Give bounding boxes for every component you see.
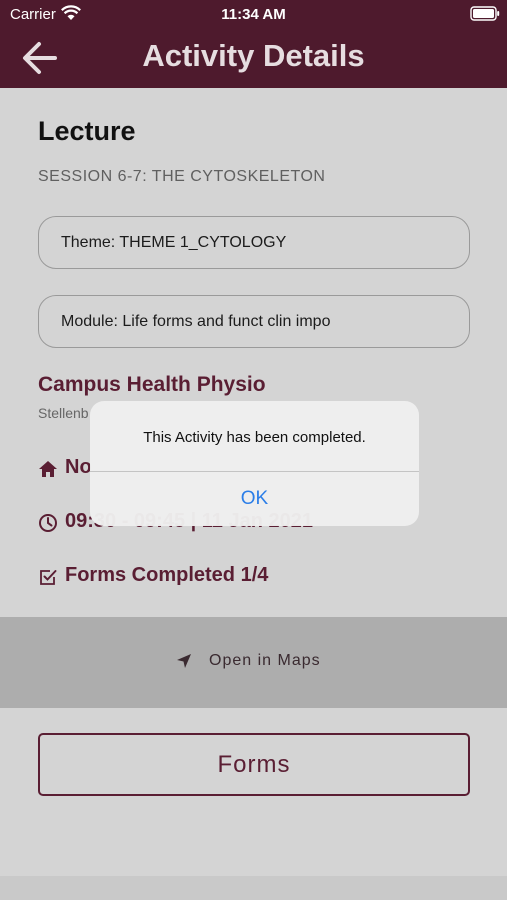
battery-icon — [470, 6, 500, 21]
app-header: Carrier 11:34 AM Activity Details — [0, 0, 507, 88]
open-in-maps-label: Open in Maps — [209, 652, 321, 669]
location-text: No — [65, 456, 92, 478]
status-time: 11:34 AM — [221, 6, 286, 23]
bottom-bar — [0, 876, 507, 900]
completion-alert: This Activity has been completed. OK — [90, 401, 419, 526]
alert-ok-button[interactable]: OK — [90, 472, 419, 526]
forms-completed-text: Forms Completed 1/4 — [65, 564, 269, 586]
navigation-arrow-icon — [177, 654, 191, 668]
status-bar: Carrier 11:34 AM — [0, 0, 507, 28]
module-field: Module: Life forms and funct clin impo — [38, 295, 470, 348]
checkbox-icon — [40, 570, 57, 585]
theme-field: Theme: THEME 1_CYTOLOGY — [38, 216, 470, 269]
venue-name: Campus Health Physio — [38, 373, 266, 396]
activity-type: Lecture — [38, 116, 136, 146]
alert-message: This Activity has been completed. — [143, 429, 366, 446]
home-icon — [39, 461, 57, 477]
open-in-maps-button[interactable]: Open in Maps — [0, 617, 507, 708]
clock-icon — [39, 514, 57, 532]
session-title: SESSION 6-7: THE CYTOSKELETON — [38, 168, 326, 185]
forms-button[interactable]: Forms — [38, 733, 470, 796]
page-title: Activity Details — [142, 38, 365, 73]
venue-subtitle: Stellenb — [38, 405, 89, 421]
